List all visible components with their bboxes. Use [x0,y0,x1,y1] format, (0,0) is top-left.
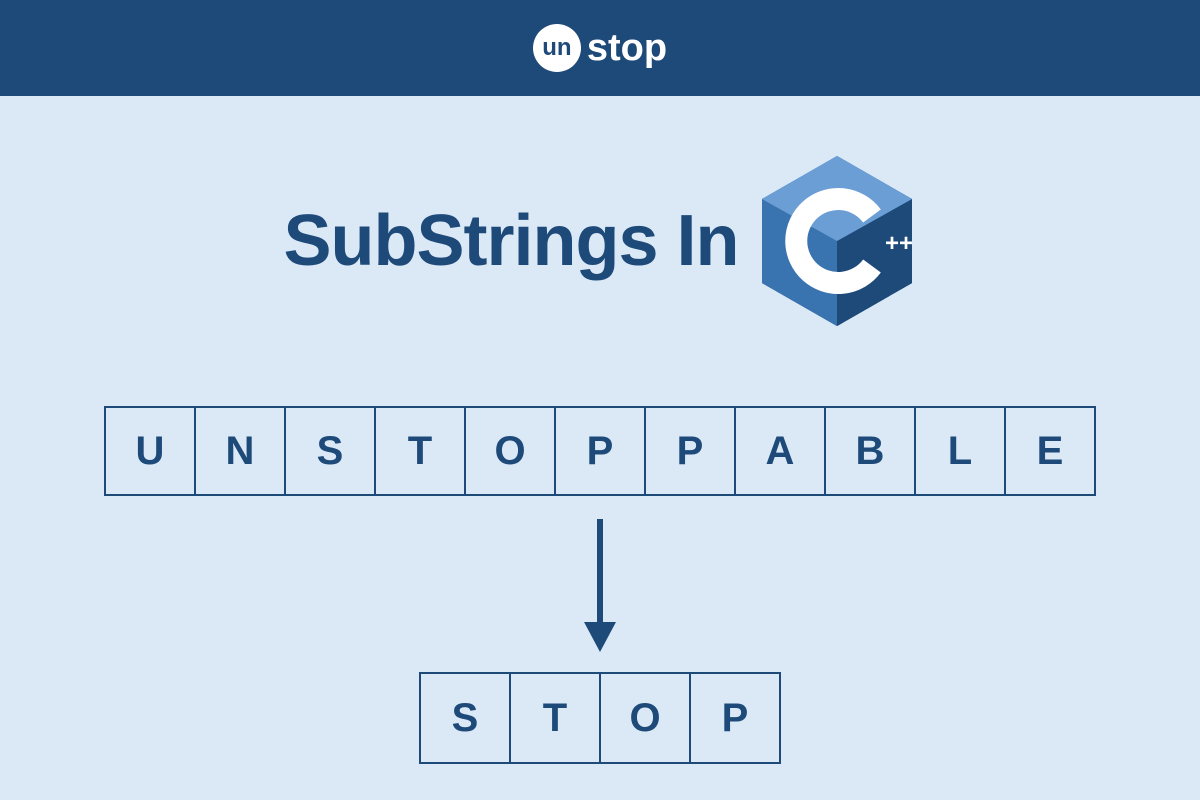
cpp-logo-icon: ++ [757,151,917,331]
title-row: SubStrings In [284,151,917,331]
letter-cell: A [734,406,826,496]
arrow-down-icon [580,514,620,654]
letter-cell: P [644,406,736,496]
page-title: SubStrings In [284,200,739,282]
letter-cell: P [554,406,646,496]
letter-cell: O [464,406,556,496]
letter-cell: E [1004,406,1096,496]
brand-logo-circle: un [533,24,581,72]
letter-cell: S [419,672,511,764]
letter-cell: T [509,672,601,764]
letter-cell: O [599,672,691,764]
brand-logo-un-text: un [542,34,571,62]
letter-cell: U [104,406,196,496]
content-area: SubStrings In [0,96,1200,800]
brand-logo-stop-text: stop [587,27,667,70]
sub-word-row: S T O P [419,672,781,764]
letter-cell: N [194,406,286,496]
letter-cell: B [824,406,916,496]
letter-cell: T [374,406,466,496]
letter-cell: L [914,406,1006,496]
svg-text:++: ++ [885,230,913,257]
letter-cell: P [689,672,781,764]
letter-cell: S [284,406,376,496]
main-word-row: U N S T O P P A B L E [104,406,1096,496]
header-bar: un stop [0,0,1200,96]
